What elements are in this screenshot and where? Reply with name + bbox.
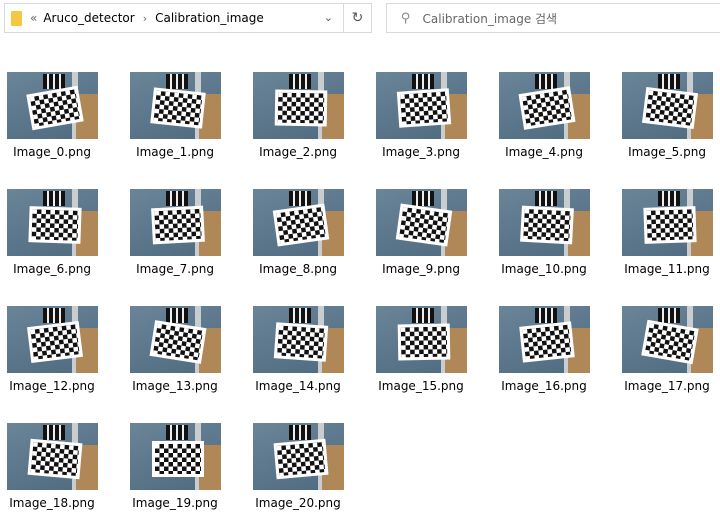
overflow-breadcrumb[interactable]: « bbox=[30, 11, 37, 25]
file-name: Image_16.png bbox=[501, 379, 587, 393]
file-item[interactable]: Image_6.png bbox=[0, 189, 107, 276]
file-name: Image_7.png bbox=[136, 262, 214, 276]
file-name: Image_0.png bbox=[13, 145, 91, 159]
breadcrumb-calibration-image[interactable]: Calibration_image bbox=[155, 11, 264, 25]
image-thumbnail bbox=[252, 189, 344, 256]
image-thumbnail bbox=[375, 72, 467, 139]
file-item[interactable]: Image_12.png bbox=[0, 306, 107, 393]
address-bar[interactable]: « Aruco_detector › Calibration_image ⌄ ↻ bbox=[4, 3, 372, 33]
file-name: Image_14.png bbox=[255, 379, 341, 393]
file-item[interactable]: Image_7.png bbox=[120, 189, 230, 276]
file-name: Image_17.png bbox=[624, 379, 710, 393]
search-input[interactable]: ⚲ Calibration_image 검색 bbox=[386, 3, 720, 33]
image-thumbnail bbox=[252, 423, 344, 490]
file-name: Image_5.png bbox=[628, 145, 706, 159]
file-item[interactable]: Image_19.png bbox=[120, 423, 230, 510]
image-thumbnail bbox=[621, 72, 713, 139]
image-thumbnail bbox=[375, 189, 467, 256]
file-name: Image_13.png bbox=[132, 379, 218, 393]
file-name: Image_9.png bbox=[382, 262, 460, 276]
file-name: Image_3.png bbox=[382, 145, 460, 159]
file-item[interactable]: Image_1.png bbox=[120, 72, 230, 159]
file-item[interactable]: Image_3.png bbox=[366, 72, 476, 159]
file-name: Image_18.png bbox=[9, 496, 95, 510]
file-item[interactable]: Image_14.png bbox=[243, 306, 353, 393]
image-thumbnail bbox=[621, 306, 713, 373]
file-name: Image_10.png bbox=[501, 262, 587, 276]
image-thumbnail bbox=[6, 423, 98, 490]
file-item[interactable]: Image_9.png bbox=[366, 189, 476, 276]
image-thumbnail bbox=[129, 423, 221, 490]
file-item[interactable]: Image_20.png bbox=[243, 423, 353, 510]
file-name: Image_11.png bbox=[624, 262, 710, 276]
file-item[interactable]: Image_0.png bbox=[0, 72, 107, 159]
file-name: Image_2.png bbox=[259, 145, 337, 159]
file-item[interactable]: Image_10.png bbox=[489, 189, 599, 276]
image-thumbnail bbox=[621, 189, 713, 256]
file-item[interactable]: Image_18.png bbox=[0, 423, 107, 510]
image-thumbnail bbox=[6, 189, 98, 256]
image-thumbnail bbox=[129, 189, 221, 256]
file-name: Image_19.png bbox=[132, 496, 218, 510]
image-thumbnail bbox=[498, 189, 590, 256]
image-thumbnail bbox=[129, 306, 221, 373]
file-name: Image_4.png bbox=[505, 145, 583, 159]
image-thumbnail bbox=[498, 72, 590, 139]
file-item[interactable]: Image_5.png bbox=[612, 72, 720, 159]
file-item[interactable]: Image_2.png bbox=[243, 72, 353, 159]
image-thumbnail bbox=[6, 72, 98, 139]
file-name: Image_15.png bbox=[378, 379, 464, 393]
search-icon: ⚲ bbox=[401, 10, 411, 26]
file-name: Image_6.png bbox=[13, 262, 91, 276]
image-thumbnail bbox=[498, 306, 590, 373]
chevron-right-icon: › bbox=[142, 11, 148, 25]
file-item[interactable]: Image_15.png bbox=[366, 306, 476, 393]
image-thumbnail bbox=[252, 306, 344, 373]
file-item[interactable]: Image_17.png bbox=[612, 306, 720, 393]
image-thumbnail bbox=[6, 306, 98, 373]
refresh-button[interactable]: ↻ bbox=[343, 4, 371, 32]
search-placeholder: Calibration_image 검색 bbox=[422, 11, 558, 26]
file-item[interactable]: Image_11.png bbox=[612, 189, 720, 276]
file-item[interactable]: Image_16.png bbox=[489, 306, 599, 393]
image-thumbnail bbox=[129, 72, 221, 139]
file-name: Image_8.png bbox=[259, 262, 337, 276]
file-name: Image_20.png bbox=[255, 496, 341, 510]
file-item[interactable]: Image_4.png bbox=[489, 72, 599, 159]
file-name: Image_12.png bbox=[9, 379, 95, 393]
file-item[interactable]: Image_8.png bbox=[243, 189, 353, 276]
chevron-down-icon[interactable]: ⌄ bbox=[324, 11, 333, 24]
file-name: Image_1.png bbox=[136, 145, 214, 159]
image-thumbnail bbox=[375, 306, 467, 373]
folder-icon bbox=[11, 10, 22, 26]
file-item[interactable]: Image_13.png bbox=[120, 306, 230, 393]
breadcrumb-aruco-detector[interactable]: Aruco_detector bbox=[43, 11, 134, 25]
image-thumbnail bbox=[252, 72, 344, 139]
